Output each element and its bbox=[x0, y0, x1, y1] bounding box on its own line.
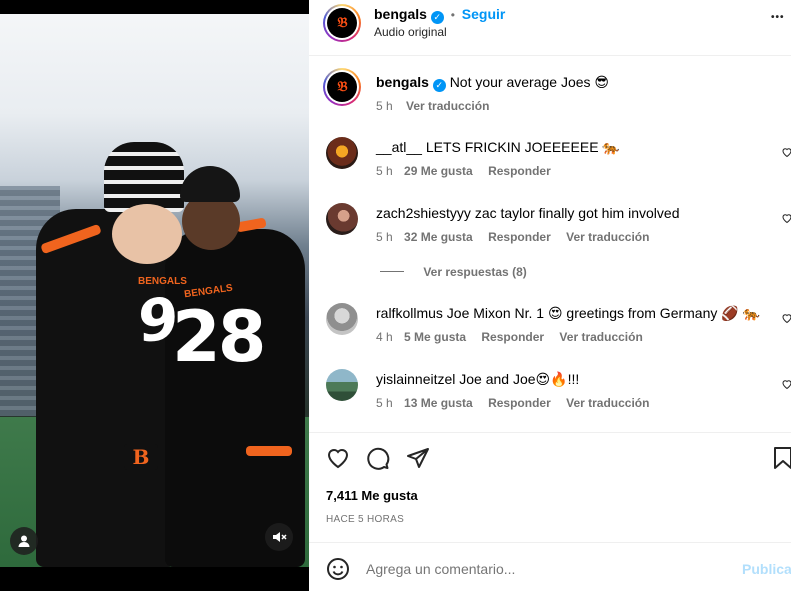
caption-row: bengals ✓ Not your average Joes 😎 bbox=[376, 74, 609, 92]
beanie bbox=[104, 142, 184, 212]
caption-text: Not your average Joes 😎 bbox=[449, 74, 610, 90]
comment-bubble-icon[interactable] bbox=[366, 446, 390, 470]
bengals-logo-icon: 𝔅 bbox=[337, 79, 347, 95]
posted-time[interactable]: HACE 5 HORAS bbox=[326, 514, 404, 525]
comment-username[interactable]: __atl__ bbox=[376, 139, 422, 155]
caption-avatar[interactable]: 𝔅 bbox=[323, 68, 361, 106]
follow-button[interactable]: Seguir bbox=[462, 6, 506, 22]
view-replies-toggle[interactable]: Ver respuestas (8) bbox=[380, 265, 527, 279]
comment-avatar[interactable] bbox=[326, 369, 358, 401]
see-translation-link[interactable]: Ver traducción bbox=[566, 230, 649, 244]
reply-button[interactable]: Responder bbox=[488, 230, 551, 244]
comment-likes[interactable]: 5 Me gusta bbox=[404, 330, 466, 344]
comment-text: zac taylor finally got him involved bbox=[474, 205, 680, 221]
comment-likes[interactable]: 13 Me gusta bbox=[404, 396, 473, 410]
publish-button[interactable]: Publicar bbox=[742, 561, 791, 577]
comment-time[interactable]: 5 h bbox=[376, 396, 393, 410]
heart-icon[interactable] bbox=[781, 312, 791, 324]
caption-time[interactable]: 5 h bbox=[376, 99, 393, 113]
see-translation-link[interactable]: Ver traducción bbox=[406, 99, 489, 113]
beanie bbox=[180, 166, 240, 202]
comment-time[interactable]: 5 h bbox=[376, 230, 393, 244]
reply-button[interactable]: Responder bbox=[488, 164, 551, 178]
caption-username[interactable]: bengals bbox=[376, 74, 429, 90]
post-actions: 7,411 Me gusta HACE 5 HORAS bbox=[309, 432, 791, 542]
comment-username[interactable]: zach2shiestyyy bbox=[376, 205, 471, 221]
comment-likes[interactable]: 32 Me gusta bbox=[404, 230, 473, 244]
comment-meta: 4 h 5 Me gusta Responder Ver traducción bbox=[376, 330, 643, 344]
comment-time[interactable]: 5 h bbox=[376, 164, 393, 178]
post-details-panel: 𝔅 bengals ✓ • Seguir Audio original ••• … bbox=[309, 0, 791, 591]
comment-username[interactable]: ralfkollmus bbox=[376, 305, 443, 321]
heart-icon[interactable] bbox=[326, 446, 350, 470]
comment-text: Joe and Joe😍🔥!!! bbox=[459, 371, 580, 387]
replies-divider bbox=[380, 271, 404, 272]
avatar[interactable]: 𝔅 bbox=[323, 4, 361, 42]
comment-row: ralfkollmus Joe Mixon Nr. 1 😍 greetings … bbox=[376, 305, 760, 322]
header-separator: • bbox=[450, 8, 455, 22]
comment-row: zach2shiestyyy zac taylor finally got hi… bbox=[376, 205, 679, 221]
comment-avatar[interactable] bbox=[326, 303, 358, 335]
caption-meta: 5 h Ver traducción bbox=[376, 99, 489, 113]
comment-text: LETS FRICKIN JOEEEEEE 🐅 bbox=[425, 139, 620, 155]
bookmark-icon[interactable] bbox=[772, 446, 791, 470]
see-translation-link[interactable]: Ver traducción bbox=[559, 330, 642, 344]
reply-button[interactable]: Responder bbox=[488, 396, 551, 410]
likes-count[interactable]: 7,411 Me gusta bbox=[326, 488, 418, 503]
header-title-row: bengals ✓ • Seguir bbox=[374, 6, 505, 24]
heart-icon[interactable] bbox=[781, 378, 791, 390]
view-replies-label[interactable]: Ver respuestas (8) bbox=[423, 265, 526, 279]
audio-label[interactable]: Audio original bbox=[374, 25, 447, 39]
jersey-number: 28 bbox=[172, 296, 266, 378]
comment-avatar[interactable] bbox=[326, 203, 358, 235]
paper-plane-icon[interactable] bbox=[406, 446, 430, 470]
speaker-muted-icon[interactable] bbox=[265, 523, 293, 551]
reply-button[interactable]: Responder bbox=[481, 330, 544, 344]
comment-row: __atl__ LETS FRICKIN JOEEEEEE 🐅 bbox=[376, 139, 620, 156]
comment-meta: 5 h 13 Me gusta Responder Ver traducción bbox=[376, 396, 649, 410]
header-username[interactable]: bengals bbox=[374, 6, 427, 22]
comment-likes[interactable]: 29 Me gusta bbox=[404, 164, 473, 178]
comment-text: Joe Mixon Nr. 1 😍 greetings from Germany… bbox=[446, 305, 761, 321]
comment-input[interactable] bbox=[366, 555, 726, 583]
heart-icon[interactable] bbox=[781, 212, 791, 224]
user-tag-icon[interactable] bbox=[10, 527, 38, 555]
more-options-icon[interactable]: ••• bbox=[771, 12, 785, 23]
comment-username[interactable]: yislainneitzel bbox=[376, 371, 455, 387]
comment-meta: 5 h 32 Me gusta Responder Ver traducción bbox=[376, 230, 649, 244]
video-frame[interactable]: BENGALS BENGALS 9 28 B bbox=[0, 14, 309, 567]
add-comment-bar: Publicar bbox=[309, 542, 791, 591]
helmet-logo: B bbox=[124, 444, 158, 470]
post-media[interactable]: BENGALS BENGALS 9 28 B bbox=[0, 0, 309, 591]
smiley-icon[interactable] bbox=[326, 557, 350, 581]
bengals-logo-icon: 𝔅 bbox=[337, 15, 347, 31]
comment-avatar[interactable] bbox=[326, 137, 358, 169]
comment-row: yislainneitzel Joe and Joe😍🔥!!! bbox=[376, 371, 579, 388]
verified-badge-icon: ✓ bbox=[430, 11, 444, 24]
comment-meta: 5 h 29 Me gusta Responder bbox=[376, 164, 551, 178]
see-translation-link[interactable]: Ver traducción bbox=[566, 396, 649, 410]
comment-time[interactable]: 4 h bbox=[376, 330, 393, 344]
belt-stripe bbox=[246, 446, 292, 456]
verified-badge-icon: ✓ bbox=[432, 79, 446, 92]
heart-icon[interactable] bbox=[781, 146, 791, 158]
post-header: 𝔅 bengals ✓ • Seguir Audio original ••• bbox=[309, 0, 791, 56]
player-face bbox=[112, 204, 182, 264]
